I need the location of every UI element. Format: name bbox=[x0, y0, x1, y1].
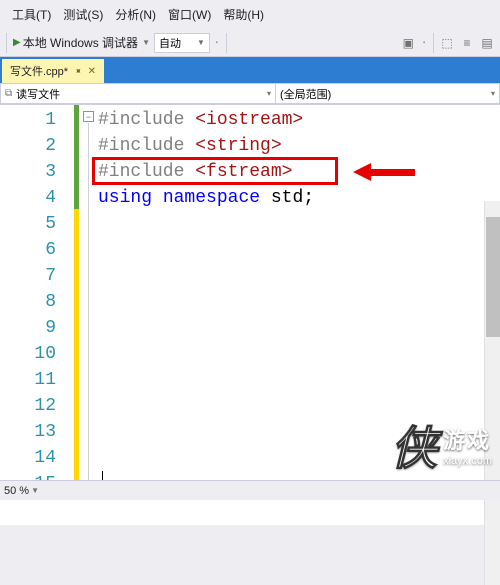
vertical-scrollbar[interactable] bbox=[484, 201, 500, 585]
debug-target-label: 本地 Windows 调试器 bbox=[23, 34, 138, 51]
fold-toggle[interactable]: − bbox=[83, 111, 94, 122]
annotation-arrow bbox=[353, 163, 415, 181]
line-number: 1 bbox=[0, 107, 74, 133]
line-number: 9 bbox=[0, 315, 74, 341]
code-line[interactable]: #include <fstream> bbox=[98, 159, 500, 185]
divider bbox=[433, 33, 434, 53]
menu-analyze[interactable]: 分析(N) bbox=[111, 4, 160, 25]
code-line[interactable] bbox=[98, 315, 500, 341]
code-line[interactable] bbox=[98, 263, 500, 289]
line-number-gutter: 123456789101112131415 bbox=[0, 105, 74, 525]
line-number: 10 bbox=[0, 341, 74, 367]
line-number: 7 bbox=[0, 263, 74, 289]
unsaved-change-indicator bbox=[74, 209, 79, 494]
line-number: 6 bbox=[0, 237, 74, 263]
tool-icon-4[interactable]: ▤ bbox=[478, 34, 496, 52]
tab-file[interactable]: 写文件.cpp* ✦ ✕ bbox=[2, 59, 104, 83]
line-number: 11 bbox=[0, 367, 74, 393]
line-number: 8 bbox=[0, 289, 74, 315]
code-line[interactable]: #include <string> bbox=[98, 133, 500, 159]
saved-change-indicator bbox=[74, 105, 79, 209]
chevron-down-icon: ▾ bbox=[491, 89, 495, 98]
zoom-level[interactable]: 50 % bbox=[4, 485, 29, 497]
debug-target-button[interactable]: ▶ 本地 Windows 调试器 ▼ bbox=[11, 34, 152, 51]
chevron-down-icon: ▼ bbox=[197, 38, 205, 47]
line-number: 13 bbox=[0, 419, 74, 445]
overflow-icon[interactable]: ⸱ bbox=[419, 33, 429, 52]
close-icon[interactable]: ✕ bbox=[88, 66, 96, 77]
menu-test[interactable]: 测试(S) bbox=[59, 4, 107, 25]
code-line[interactable]: #include <iostream> bbox=[98, 107, 500, 133]
code-line[interactable]: using namespace std; bbox=[98, 185, 500, 211]
divider bbox=[226, 33, 227, 53]
config-label: 自动 bbox=[159, 35, 181, 51]
line-number: 2 bbox=[0, 133, 74, 159]
line-number: 12 bbox=[0, 393, 74, 419]
code-editor[interactable]: 123456789101112131415 − #include <iostre… bbox=[0, 105, 500, 525]
fold-guide bbox=[88, 123, 89, 493]
chevron-down-icon[interactable]: ▼ bbox=[31, 486, 39, 495]
line-number: 4 bbox=[0, 185, 74, 211]
tool-icon-1[interactable]: ▣ bbox=[399, 34, 417, 52]
tool-icon-2[interactable]: ⬚ bbox=[438, 34, 456, 52]
line-number: 5 bbox=[0, 211, 74, 237]
scrollbar-thumb[interactable] bbox=[486, 217, 500, 337]
menu-window[interactable]: 窗口(W) bbox=[164, 4, 215, 25]
play-icon: ▶ bbox=[13, 37, 21, 48]
tab-strip: 写文件.cpp* ✦ ✕ bbox=[0, 57, 500, 83]
overflow-icon[interactable]: ⸱ bbox=[212, 33, 222, 52]
code-line[interactable] bbox=[98, 393, 500, 419]
menu-tools[interactable]: 工具(T) bbox=[8, 4, 55, 25]
tab-title: 写文件.cpp* bbox=[10, 63, 68, 79]
code-line[interactable] bbox=[98, 367, 500, 393]
config-dropdown[interactable]: 自动 ▼ bbox=[154, 33, 210, 53]
scope-icon: ⧉ bbox=[5, 88, 12, 99]
line-number: 3 bbox=[0, 159, 74, 185]
fold-column: − bbox=[82, 105, 98, 525]
nav-bar: ⧉ 读写文件 ▾ (全局范围) ▾ bbox=[0, 83, 500, 105]
menu-help[interactable]: 帮助(H) bbox=[219, 4, 268, 25]
pin-icon[interactable]: ✦ bbox=[71, 64, 84, 77]
toolbar: ▶ 本地 Windows 调试器 ▼ 自动 ▼ ⸱ ▣ ⸱ ⬚ ≡ ▤ bbox=[0, 29, 500, 57]
nav-scope-right[interactable]: (全局范围) ▾ bbox=[275, 83, 500, 104]
code-line[interactable] bbox=[98, 211, 500, 237]
nav-scope-left[interactable]: ⧉ 读写文件 ▾ bbox=[0, 83, 275, 104]
divider bbox=[6, 33, 7, 53]
change-margin bbox=[74, 105, 82, 525]
status-bar: 50 % ▼ bbox=[0, 480, 500, 500]
code-area[interactable]: #include <iostream>#include <string>#inc… bbox=[98, 105, 500, 525]
nav-scope-label: 读写文件 bbox=[16, 86, 60, 102]
chevron-down-icon: ▾ bbox=[267, 89, 271, 98]
menubar: 工具(T) 测试(S) 分析(N) 窗口(W) 帮助(H) bbox=[0, 0, 500, 29]
chevron-down-icon: ▼ bbox=[142, 38, 150, 47]
tool-icon-3[interactable]: ≡ bbox=[458, 34, 476, 52]
code-line[interactable] bbox=[98, 289, 500, 315]
code-line[interactable] bbox=[98, 419, 500, 445]
code-line[interactable] bbox=[98, 341, 500, 367]
nav-scope-label: (全局范围) bbox=[280, 86, 331, 102]
line-number: 14 bbox=[0, 445, 74, 471]
code-line[interactable] bbox=[98, 445, 500, 471]
code-line[interactable] bbox=[98, 237, 500, 263]
